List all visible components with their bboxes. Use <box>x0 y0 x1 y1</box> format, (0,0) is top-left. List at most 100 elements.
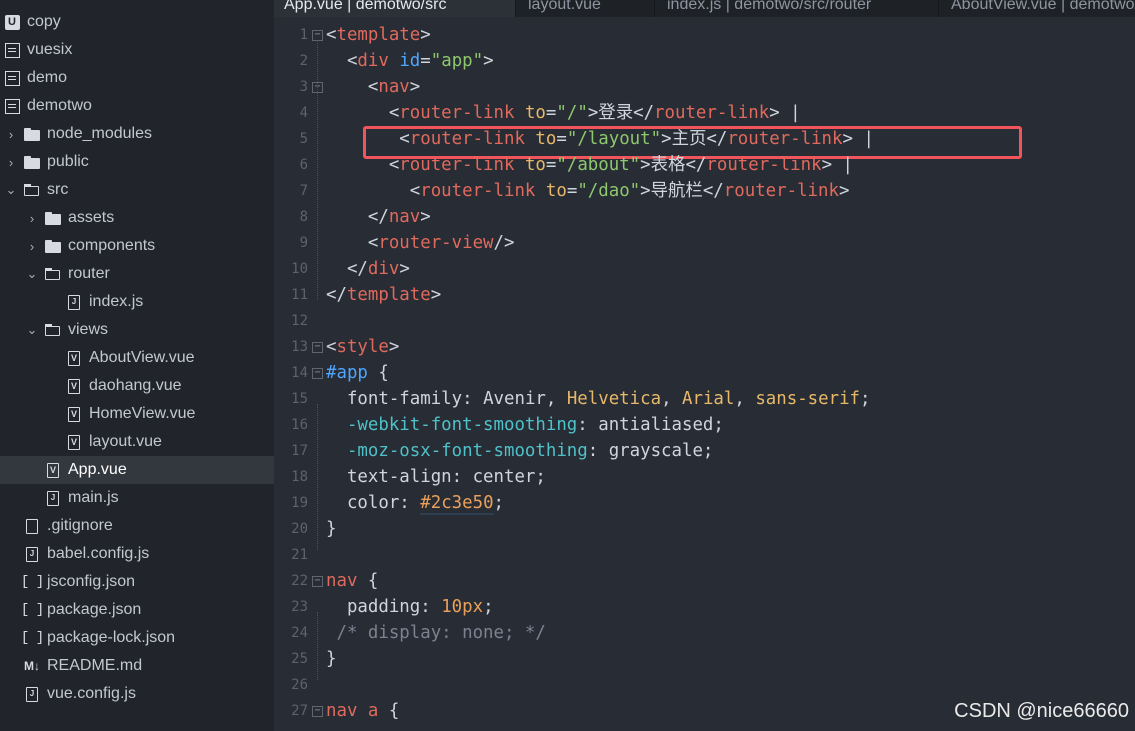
code-line: } <box>326 646 336 672</box>
tree-item[interactable]: Vlayout.vue <box>0 428 274 456</box>
tree-item[interactable]: Ucopy <box>0 8 274 36</box>
tree-item[interactable]: › assets <box>0 204 274 232</box>
folder-open-icon <box>45 266 61 282</box>
code-token: "/layout" <box>566 129 662 149</box>
line-number: 24 <box>291 625 308 641</box>
code-token: : <box>420 597 442 617</box>
tree-item[interactable]: [ ] package.json <box>0 596 274 624</box>
tree-item[interactable]: .gitignore <box>0 512 274 540</box>
code-token: "app" <box>430 51 484 71</box>
code-token: to <box>524 155 546 175</box>
chevron-right-icon[interactable]: › <box>25 239 39 254</box>
code-token: , <box>734 389 756 409</box>
tree-item[interactable]: demo <box>0 64 274 92</box>
chevron-down-icon[interactable]: ⌄ <box>25 322 39 338</box>
line-number: 20 <box>291 521 308 537</box>
line-number: 8 <box>299 209 308 225</box>
tree-item[interactable]: M↓ README.md <box>0 652 274 680</box>
code-token: { <box>378 701 400 721</box>
tree-item-label: package-lock.json <box>47 629 176 646</box>
tree-item[interactable]: V HomeView.vue <box>0 400 274 428</box>
code-token: to <box>535 129 557 149</box>
chevron-right-icon[interactable]: › <box>4 155 18 170</box>
file-icon <box>24 518 40 534</box>
line-number: 4 <box>299 105 308 121</box>
fold-toggle-icon[interactable]: − <box>312 342 323 353</box>
json-file-icon: [ ] <box>20 630 44 646</box>
code-line: } <box>326 516 336 542</box>
project-icon <box>4 98 20 114</box>
code-token: router-link <box>654 103 770 123</box>
code-token: 10px <box>441 597 484 617</box>
code-token: > | <box>769 103 801 123</box>
tree-item[interactable]: ⌄ src <box>0 176 274 204</box>
tree-item[interactable]: Jindex.js <box>0 288 274 316</box>
tree-item[interactable]: Vdaohang.vue <box>0 372 274 400</box>
js-file-icon: J <box>45 490 61 506</box>
tree-item[interactable]: › public <box>0 148 274 176</box>
chevron-down-icon[interactable]: ⌄ <box>25 266 39 282</box>
editor-tab[interactable]: App.vue | demotwo/src <box>274 0 516 17</box>
code-line: <router-link to="/layout">主页</router-lin… <box>326 126 874 152</box>
chevron-right-icon[interactable]: › <box>4 127 18 142</box>
folder-open-icon <box>45 322 61 338</box>
tree-item[interactable]: [ ] jsconfig.json <box>0 568 274 596</box>
code-token: nav <box>388 207 421 227</box>
code-editor[interactable]: 1− <template> 2 <div id="app"> 3− <nav> 4 <r… <box>274 17 1135 731</box>
code-token: -moz-osx-font-smoothing <box>326 441 588 461</box>
editor-tab[interactable]: AboutView.vue | demotwo/src/views <box>941 0 1135 17</box>
line-number: 22 <box>291 573 308 589</box>
tree-item-label: package.json <box>47 601 142 618</box>
vue-file-icon: V <box>66 406 82 422</box>
code-line: <style> <box>326 334 399 360</box>
tree-item[interactable]: V AboutView.vue <box>0 344 274 372</box>
code-token: > <box>838 181 850 201</box>
tree-item[interactable]: vuesix <box>0 36 274 64</box>
line-number: 23 <box>291 599 308 615</box>
tree-item[interactable]: ⌄ views <box>0 316 274 344</box>
code-token: router-link <box>706 155 822 175</box>
tree-item[interactable]: [ ] package-lock.json <box>0 624 274 652</box>
code-token: router-link <box>399 103 515 123</box>
fold-guide-line <box>317 92 318 220</box>
code-token: { <box>357 571 379 591</box>
code-token: /* display: none; */ <box>326 623 546 643</box>
file-explorer: Ucopy vuesix demo demotwo › node_modules › publ… <box>0 0 274 731</box>
folder-icon <box>24 154 40 170</box>
code-token: 表格 <box>650 155 686 175</box>
code-token: template <box>336 25 421 45</box>
tree-item[interactable]: ⌄ router <box>0 260 274 288</box>
code-token: -webkit-font-smoothing <box>326 415 578 435</box>
chevron-right-icon[interactable]: › <box>25 211 39 226</box>
code-line: -moz-osx-font-smoothing: grayscale; <box>326 438 713 464</box>
tree-item[interactable]: › node_modules <box>0 120 274 148</box>
code-line: nav { <box>326 568 378 594</box>
tree-item-label: index.js <box>89 293 144 310</box>
editor-tab[interactable]: index.js | demotwo/src/router <box>657 0 939 17</box>
code-token: : grayscale; <box>587 441 714 461</box>
code-token: } <box>326 649 337 669</box>
tree-item[interactable]: Jvue.config.js <box>0 680 274 708</box>
code-token: to <box>524 103 546 123</box>
code-token: < <box>326 181 421 201</box>
fold-toggle-icon[interactable]: − <box>312 368 323 379</box>
tree-item-label: src <box>47 181 69 198</box>
tree-item[interactable]: demotwo <box>0 92 274 120</box>
tree-item[interactable]: Jmain.js <box>0 484 274 512</box>
editor-tab[interactable]: layout.vue <box>518 0 655 17</box>
fold-toggle-icon[interactable]: − <box>312 576 323 587</box>
code-token: = <box>545 103 557 123</box>
code-line: </div> <box>326 256 410 282</box>
tree-item[interactable]: V App.vue <box>0 456 274 484</box>
fold-toggle-icon[interactable]: − <box>312 706 323 717</box>
line-number: 11 <box>291 287 308 303</box>
tree-item[interactable]: › components <box>0 232 274 260</box>
code-line: color: #2c3e50; <box>326 490 504 516</box>
code-token: Helvetica <box>566 389 662 409</box>
tree-item[interactable]: Jbabel.config.js <box>0 540 274 568</box>
chevron-down-icon[interactable]: ⌄ <box>4 182 18 198</box>
vue-file-icon: V <box>66 350 82 366</box>
